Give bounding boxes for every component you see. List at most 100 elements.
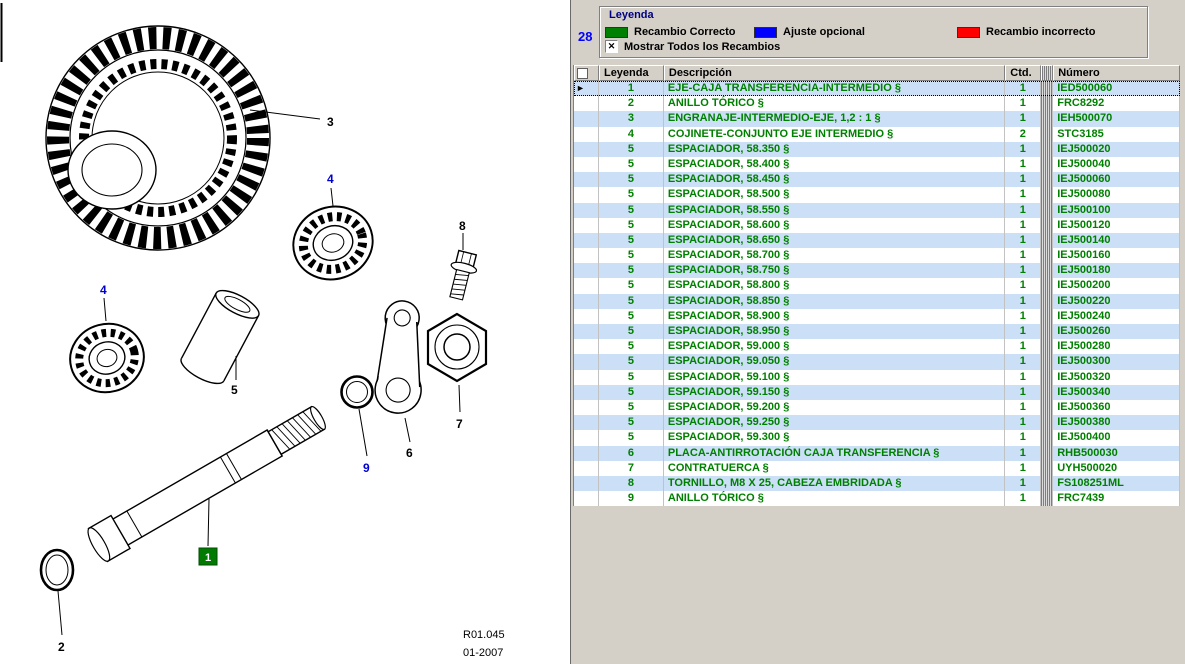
cell-descripcion[interactable]: ESPACIADOR, 59.100 § bbox=[664, 370, 1005, 385]
cell-descripcion[interactable]: ESPACIADOR, 58.400 § bbox=[664, 157, 1005, 172]
cell-numero[interactable]: IEJ500240 bbox=[1053, 309, 1180, 324]
table-row[interactable]: ► 5 ESPACIADOR, 58.400 § 1 IEJ500040 bbox=[574, 157, 1180, 172]
cell-ctd[interactable]: 1 bbox=[1005, 461, 1041, 476]
cell-descripcion[interactable]: ESPACIADOR, 59.200 § bbox=[664, 400, 1005, 415]
cell-descripcion[interactable]: COJINETE-CONJUNTO EJE INTERMEDIO § bbox=[664, 127, 1005, 142]
cell-ctd[interactable]: 1 bbox=[1005, 263, 1041, 278]
cell-leyenda[interactable]: 5 bbox=[599, 218, 664, 233]
row-gutter-cell[interactable]: ► bbox=[574, 142, 599, 157]
cell-ctd[interactable]: 1 bbox=[1005, 111, 1041, 126]
cell-numero[interactable]: IEJ500220 bbox=[1053, 294, 1180, 309]
cell-leyenda[interactable]: 3 bbox=[599, 111, 664, 126]
cell-descripcion[interactable]: ESPACIADOR, 59.150 § bbox=[664, 385, 1005, 400]
cell-ctd[interactable]: 1 bbox=[1005, 309, 1041, 324]
cell-leyenda[interactable]: 5 bbox=[599, 233, 664, 248]
cell-numero[interactable]: IEJ500140 bbox=[1053, 233, 1180, 248]
cell-descripcion[interactable]: ENGRANAJE-INTERMEDIO-EJE, 1,2 : 1 § bbox=[664, 111, 1005, 126]
cell-leyenda[interactable]: 5 bbox=[599, 385, 664, 400]
cell-leyenda[interactable]: 5 bbox=[599, 248, 664, 263]
cell-leyenda[interactable]: 9 bbox=[599, 491, 664, 506]
cell-leyenda[interactable]: 5 bbox=[599, 203, 664, 218]
cell-numero[interactable]: FRC7439 bbox=[1053, 491, 1180, 506]
cell-leyenda[interactable]: 5 bbox=[599, 278, 664, 293]
cell-descripcion[interactable]: ESPACIADOR, 58.800 § bbox=[664, 278, 1005, 293]
row-gutter-cell[interactable]: ► bbox=[574, 263, 599, 278]
cell-ctd[interactable]: 1 bbox=[1005, 430, 1041, 445]
row-gutter-cell[interactable]: ► bbox=[574, 324, 599, 339]
cell-ctd[interactable]: 1 bbox=[1005, 370, 1041, 385]
cell-leyenda[interactable]: 2 bbox=[599, 96, 664, 111]
cell-ctd[interactable]: 1 bbox=[1005, 476, 1041, 491]
cell-ctd[interactable]: 1 bbox=[1005, 172, 1041, 187]
callout-4-upper[interactable]: 4 bbox=[327, 172, 334, 186]
table-row[interactable]: ► 5 ESPACIADOR, 58.750 § 1 IEJ500180 bbox=[574, 263, 1180, 278]
column-header-ctd[interactable]: Ctd. bbox=[1005, 65, 1041, 81]
cell-ctd[interactable]: 1 bbox=[1005, 324, 1041, 339]
cell-descripcion[interactable]: ESPACIADOR, 58.950 § bbox=[664, 324, 1005, 339]
cell-ctd[interactable]: 1 bbox=[1005, 491, 1041, 506]
cell-numero[interactable]: IEJ500320 bbox=[1053, 370, 1180, 385]
row-gutter-cell[interactable]: ► bbox=[574, 461, 599, 476]
cell-numero[interactable]: IEJ500180 bbox=[1053, 263, 1180, 278]
table-row[interactable]: ► 5 ESPACIADOR, 58.650 § 1 IEJ500140 bbox=[574, 233, 1180, 248]
cell-ctd[interactable]: 1 bbox=[1005, 354, 1041, 369]
cell-descripcion[interactable]: ESPACIADOR, 58.850 § bbox=[664, 294, 1005, 309]
row-gutter-cell[interactable]: ► bbox=[574, 491, 599, 506]
cell-leyenda[interactable]: 5 bbox=[599, 172, 664, 187]
table-row[interactable]: ► 5 ESPACIADOR, 58.500 § 1 IEJ500080 bbox=[574, 187, 1180, 202]
cell-leyenda[interactable]: 5 bbox=[599, 339, 664, 354]
cell-numero[interactable]: IEJ500400 bbox=[1053, 430, 1180, 445]
bearing-lower-part[interactable] bbox=[62, 316, 151, 401]
cell-leyenda[interactable]: 5 bbox=[599, 142, 664, 157]
cell-descripcion[interactable]: ESPACIADOR, 58.900 § bbox=[664, 309, 1005, 324]
row-gutter-cell[interactable]: ► bbox=[574, 415, 599, 430]
cell-leyenda[interactable]: 5 bbox=[599, 370, 664, 385]
table-row[interactable]: ► 5 ESPACIADOR, 58.700 § 1 IEJ500160 bbox=[574, 248, 1180, 263]
row-gutter-cell[interactable]: ► bbox=[574, 446, 599, 461]
cell-leyenda[interactable]: 5 bbox=[599, 263, 664, 278]
table-row[interactable]: ► 5 ESPACIADOR, 58.350 § 1 IEJ500020 bbox=[574, 142, 1180, 157]
row-gutter-cell[interactable]: ► bbox=[574, 339, 599, 354]
table-row[interactable]: ► 4 COJINETE-CONJUNTO EJE INTERMEDIO § 2… bbox=[574, 127, 1180, 142]
gear-part[interactable] bbox=[46, 26, 270, 250]
table-row[interactable]: ► 5 ESPACIADOR, 58.450 § 1 IEJ500060 bbox=[574, 172, 1180, 187]
row-gutter-cell[interactable]: ► bbox=[574, 294, 599, 309]
cell-descripcion[interactable]: ESPACIADOR, 59.250 § bbox=[664, 415, 1005, 430]
cell-numero[interactable]: IEJ500060 bbox=[1053, 172, 1180, 187]
cell-numero[interactable]: IEJ500120 bbox=[1053, 218, 1180, 233]
table-row[interactable]: ► 7 CONTRATUERCA § 1 UYH500020 bbox=[574, 461, 1180, 476]
row-gutter-cell[interactable]: ► bbox=[574, 233, 599, 248]
table-row[interactable]: ► 5 ESPACIADOR, 58.900 § 1 IEJ500240 bbox=[574, 309, 1180, 324]
cell-descripcion[interactable]: EJE-CAJA TRANSFERENCIA-INTERMEDIO § bbox=[664, 81, 1005, 96]
column-header-leyenda[interactable]: Leyenda bbox=[599, 65, 664, 81]
cell-numero[interactable]: IEJ500080 bbox=[1053, 187, 1180, 202]
table-row[interactable]: ► 6 PLACA-ANTIRROTACIÓN CAJA TRANSFERENC… bbox=[574, 446, 1180, 461]
cell-descripcion[interactable]: CONTRATUERCA § bbox=[664, 461, 1005, 476]
callout-9[interactable]: 9 bbox=[363, 461, 370, 475]
cell-ctd[interactable]: 1 bbox=[1005, 203, 1041, 218]
cell-numero[interactable]: IEJ500100 bbox=[1053, 203, 1180, 218]
cell-ctd[interactable]: 2 bbox=[1005, 127, 1041, 142]
plate-part[interactable] bbox=[372, 299, 433, 416]
cell-leyenda[interactable]: 8 bbox=[599, 476, 664, 491]
table-row[interactable]: ► 3 ENGRANAJE-INTERMEDIO-EJE, 1,2 : 1 § … bbox=[574, 111, 1180, 126]
cell-descripcion[interactable]: ANILLO TÓRICO § bbox=[664, 491, 1005, 506]
table-row[interactable]: ► 5 ESPACIADOR, 59.100 § 1 IEJ500320 bbox=[574, 370, 1180, 385]
cell-descripcion[interactable]: ANILLO TÓRICO § bbox=[664, 96, 1005, 111]
cell-ctd[interactable]: 1 bbox=[1005, 248, 1041, 263]
cell-ctd[interactable]: 1 bbox=[1005, 218, 1041, 233]
cell-ctd[interactable]: 1 bbox=[1005, 278, 1041, 293]
row-gutter-cell[interactable]: ► bbox=[574, 96, 599, 111]
callout-3[interactable]: 3 bbox=[327, 115, 334, 129]
cell-ctd[interactable]: 1 bbox=[1005, 157, 1041, 172]
table-row[interactable]: ► 5 ESPACIADOR, 58.950 § 1 IEJ500260 bbox=[574, 324, 1180, 339]
cell-leyenda[interactable]: 5 bbox=[599, 309, 664, 324]
spacer-part[interactable] bbox=[177, 285, 263, 389]
shaft-part[interactable] bbox=[84, 400, 331, 564]
table-row[interactable]: ► 5 ESPACIADOR, 59.000 § 1 IEJ500280 bbox=[574, 339, 1180, 354]
cell-numero[interactable]: IEJ500380 bbox=[1053, 415, 1180, 430]
callout-2[interactable]: 2 bbox=[58, 640, 65, 654]
cell-leyenda[interactable]: 1 bbox=[599, 81, 664, 96]
cell-numero[interactable]: RHB500030 bbox=[1053, 446, 1180, 461]
cell-leyenda[interactable]: 5 bbox=[599, 430, 664, 445]
